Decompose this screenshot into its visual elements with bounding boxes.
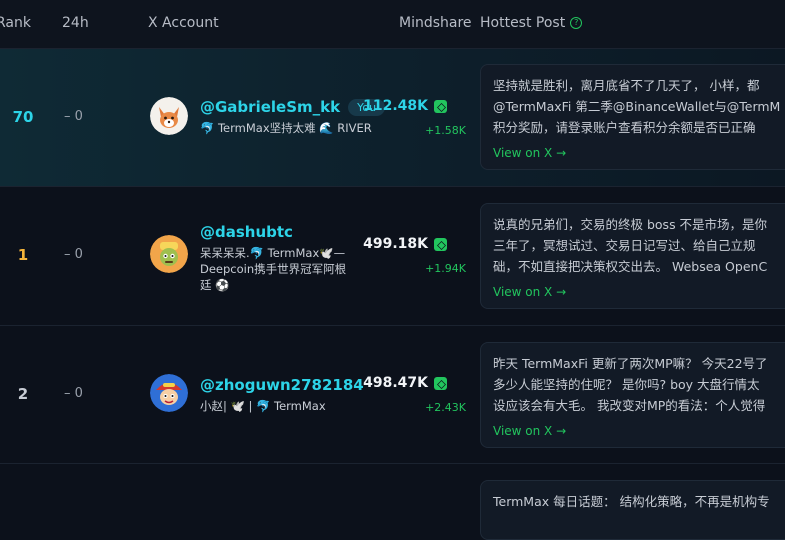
table-row[interactable]: 70 – 0 @GabrieleSm_kk You 🐬 TermMax坚持太难 … — [0, 49, 785, 187]
view-on-x-link[interactable]: View on X → — [493, 424, 785, 438]
mindshare-number: 499.18K — [363, 236, 428, 252]
bio-line: Deepcoin携手世界冠军阿根 — [200, 262, 347, 276]
hottest-post-card[interactable]: 昨天 TermMaxFi 更新了两次MP嘛？ 今天22号了 多少人能坚持的住呢？… — [480, 342, 785, 448]
account-bio: 小赵| 🕊️ | 🐬 TermMax — [200, 399, 326, 413]
post-line: 设应该会有大毛。 我改变对MP的看法：个人觉得 — [493, 398, 766, 413]
avatar[interactable] — [150, 235, 188, 273]
post-line: 说真的兄弟们，交易的终极 boss 不是市场，是你 — [493, 217, 768, 232]
mindshare-number: 498.47K — [363, 375, 428, 391]
hottest-post-card[interactable]: 坚持就是胜利，离月底省不了几天了， 小样，都 @TermMaxFi 第二季@Bi… — [480, 64, 785, 170]
mindshare-number: 112.48K — [363, 98, 428, 114]
rank-value: 1 — [17, 246, 29, 264]
post-line: TermMax 每日话题： 结构化策略，不再是机构专 — [493, 494, 770, 509]
post-line: 坚持就是胜利，离月底省不了几天了， 小样，都 — [493, 78, 760, 93]
24h-column-header[interactable]: 24h — [62, 15, 89, 31]
mindshare-value: 499.18K — [363, 236, 447, 252]
table-row[interactable]: TermMax 每日话题： 结构化策略，不再是机构专 — [0, 464, 785, 540]
rank-column-header[interactable]: Rank — [0, 15, 31, 31]
mindshare-value: 112.48K — [363, 98, 447, 114]
mindshare-delta: +1.94K — [425, 262, 466, 275]
hottest-post-column-header: Hottest Post ? — [480, 15, 583, 31]
rank-change: – 0 — [64, 386, 83, 401]
bio-line: 呆呆呆呆.🐬 TermMax🕊️— — [200, 246, 346, 260]
post-line: @TermMaxFi 第二季@BinanceWallet与@TermM — [493, 99, 781, 114]
account-info: @GabrieleSm_kk You 🐬 TermMax坚持太难 🌊 RIVER — [200, 98, 386, 136]
mindshare-delta: +1.58K — [425, 124, 466, 137]
post-line: 多少人能坚持的住呢？ 是你吗? boy 大盘行情太 — [493, 377, 760, 392]
account-column-header: X Account — [148, 15, 219, 31]
view-on-x-link[interactable]: View on X → — [493, 146, 785, 160]
rank-change: – 0 — [64, 109, 83, 124]
account-info: @zhoguwn2782184 小赵| 🕊️ | 🐬 TermMax — [200, 376, 364, 414]
post-line: 积分奖励，请登录账户查看积分余额是否已正确 — [493, 120, 756, 135]
mindshare-delta: +2.43K — [425, 401, 466, 414]
account-bio: 呆呆呆呆.🐬 TermMax🕊️— Deepcoin携手世界冠军阿根 廷 ⚽ — [200, 245, 346, 293]
table-header: Rank 24h X Account Mindshare Hottest Pos… — [0, 0, 785, 49]
table-row[interactable]: 2 – 0 @zhoguwn2782184 小赵| 🕊️ | 🐬 TermMax… — [0, 326, 785, 464]
view-on-x-link[interactable]: View on X → — [493, 285, 785, 299]
post-line: 础，不如直接把决策权交出去。 Websea OpenC — [493, 259, 768, 274]
table-row[interactable]: 1 – 0 @dashubtc 呆呆呆呆.🐬 TermMax🕊️— Deepco… — [0, 187, 785, 326]
cube-icon — [434, 237, 447, 251]
post-line: 昨天 TermMaxFi 更新了两次MP嘛？ 今天22号了 — [493, 356, 768, 371]
avatar[interactable] — [150, 97, 188, 135]
mindshare-value: 498.47K — [363, 375, 447, 391]
hottest-post-card[interactable]: TermMax 每日话题： 结构化策略，不再是机构专 — [480, 480, 785, 540]
post-line: 三年了，冥想试过、交易日记写过、给自己立规 — [493, 238, 756, 253]
hottest-post-card[interactable]: 说真的兄弟们，交易的终极 boss 不是市场，是你 三年了，冥想试过、交易日记写… — [480, 203, 785, 309]
rank-value: 70 — [12, 108, 34, 126]
hottest-post-label: Hottest Post — [480, 15, 566, 31]
question-circle-icon[interactable]: ? — [570, 17, 583, 29]
account-handle[interactable]: @dashubtc — [200, 223, 293, 241]
account-bio: 🐬 TermMax坚持太难 🌊 RIVER — [200, 121, 372, 135]
mindshare-column-header[interactable]: Mindshare — [399, 15, 472, 31]
rank-change: – 0 — [64, 247, 83, 262]
bio-line: 廷 ⚽ — [200, 278, 230, 292]
account-handle[interactable]: @GabrieleSm_kk — [200, 98, 340, 116]
account-handle[interactable]: @zhoguwn2782184 — [200, 376, 364, 394]
cube-icon — [434, 376, 447, 390]
avatar[interactable] — [150, 374, 188, 412]
rank-value: 2 — [17, 385, 29, 403]
cube-icon — [434, 99, 447, 113]
account-info: @dashubtc 呆呆呆呆.🐬 TermMax🕊️— Deepcoin携手世界… — [200, 223, 346, 293]
